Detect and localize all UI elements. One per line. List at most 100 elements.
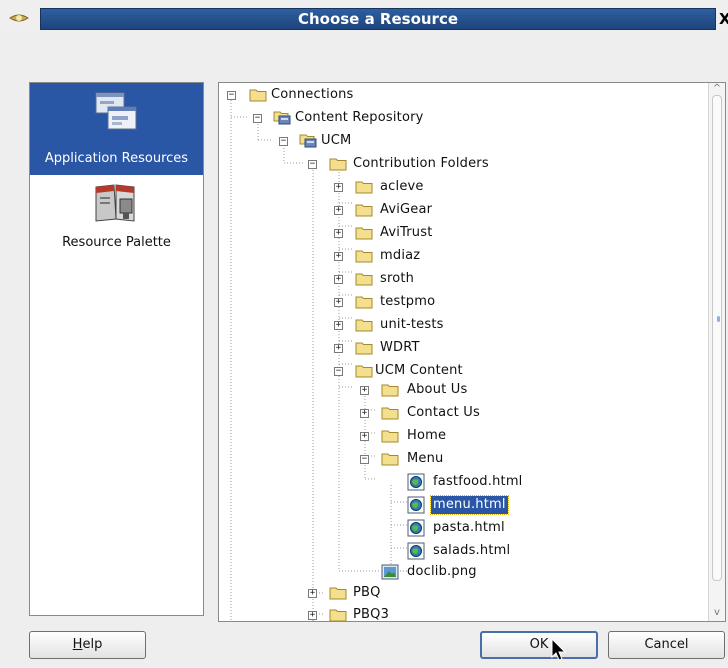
tree-node-folder[interactable]: + sroth <box>219 269 519 289</box>
folder-icon <box>329 609 347 621</box>
app-icon[interactable] <box>8 10 30 26</box>
mouse-cursor-icon <box>551 638 567 661</box>
category-resource-palette[interactable]: Resource Palette <box>30 175 203 255</box>
tree-node-file[interactable]: pasta.html <box>219 518 519 538</box>
vertical-scrollbar[interactable]: ^ v <box>708 83 725 621</box>
category-panel: Application Resources Resource Palette <box>29 82 204 616</box>
expand-icon[interactable]: + <box>334 183 343 192</box>
folder-icon <box>355 319 373 332</box>
tree-node-folder[interactable]: + AviTrust <box>219 223 519 243</box>
expand-icon[interactable]: + <box>334 229 343 238</box>
web-page-icon <box>407 519 425 537</box>
help-button[interactable]: Help <box>29 631 146 659</box>
resource-tree[interactable]: − Connections − Content Repository − UCM… <box>218 82 726 622</box>
tree-node-label: menu.html <box>430 495 509 515</box>
tree-node-label: Connections <box>271 87 354 102</box>
tree-node-label: AviTrust <box>380 225 433 240</box>
scroll-up-icon[interactable]: ^ <box>712 83 722 95</box>
scroll-down-icon[interactable]: v <box>712 607 722 619</box>
collapse-icon[interactable]: − <box>227 91 236 100</box>
folder-icon <box>381 430 399 443</box>
repository-icon <box>273 111 291 125</box>
folder-icon <box>355 365 373 378</box>
tree-node-folder[interactable]: + mdiaz <box>219 246 519 266</box>
category-label: Application Resources <box>44 151 189 166</box>
collapse-icon[interactable]: − <box>279 137 288 146</box>
expand-icon[interactable]: + <box>334 344 343 353</box>
tree-node-file[interactable]: doclib.png <box>219 562 519 582</box>
expand-icon[interactable]: + <box>334 275 343 284</box>
folder-icon <box>381 407 399 420</box>
tree-node-label: About Us <box>407 382 468 397</box>
help-label: elp <box>82 637 103 652</box>
tree-node-label: AviGear <box>380 202 433 217</box>
tree-node-file[interactable]: salads.html <box>219 541 519 561</box>
category-application-resources[interactable]: Application Resources <box>30 83 203 175</box>
tree-node-label: PBQ3 <box>353 607 390 622</box>
tree-node-content-repository[interactable]: − Content Repository <box>219 108 519 128</box>
folder-icon <box>381 453 399 466</box>
expand-icon[interactable]: + <box>334 252 343 261</box>
tree-node-folder[interactable]: + WDRT <box>219 338 519 358</box>
scrollbar-thumb[interactable] <box>712 95 722 581</box>
folder-icon <box>249 89 267 102</box>
ok-button[interactable]: OK <box>480 631 598 659</box>
folder-icon <box>381 384 399 397</box>
tree-node-file[interactable]: fastfood.html <box>219 472 522 492</box>
ok-label: OK <box>529 637 549 652</box>
tree-node-contribution-folders[interactable]: − Contribution Folders <box>219 154 519 174</box>
tree-node-label: acleve <box>380 179 424 194</box>
collapse-icon[interactable]: − <box>253 114 262 123</box>
expand-icon[interactable]: + <box>334 206 343 215</box>
tree-node-folder[interactable]: + AviGear <box>219 200 519 220</box>
collapse-icon[interactable]: − <box>334 367 343 376</box>
resource-palette-icon <box>95 184 135 222</box>
tree-node-label: Contact Us <box>407 405 480 420</box>
title-band: Choose a Resource <box>40 8 716 30</box>
web-page-icon <box>407 496 425 514</box>
cancel-button[interactable]: Cancel <box>608 631 725 659</box>
tree-node-folder[interactable]: + testpmo <box>219 292 519 312</box>
expand-icon[interactable]: + <box>334 298 343 307</box>
tree-node-label: Menu <box>407 451 444 466</box>
folder-icon <box>355 181 373 194</box>
folder-icon <box>355 273 373 286</box>
tree-node-label: Home <box>407 428 447 443</box>
folder-icon <box>355 204 373 217</box>
expand-icon[interactable]: + <box>360 409 369 418</box>
tree-node-folder[interactable]: + PBQ3 <box>219 605 519 622</box>
expand-icon[interactable]: + <box>360 386 369 395</box>
tree-node-label: pasta.html <box>433 520 505 535</box>
folder-icon <box>329 587 347 600</box>
image-file-icon <box>381 564 399 580</box>
tree-node-folder[interactable]: + PBQ <box>219 583 519 603</box>
tree-node-label: mdiaz <box>380 248 421 263</box>
close-icon[interactable]: X <box>719 9 728 29</box>
folder-icon <box>355 250 373 263</box>
tree-node-folder[interactable]: + acleve <box>219 177 519 197</box>
expand-icon[interactable]: + <box>360 432 369 441</box>
collapse-icon[interactable]: − <box>308 160 317 169</box>
tree-node-label: unit-tests <box>380 317 444 332</box>
expand-icon[interactable]: + <box>308 611 317 620</box>
tree-node-ucm[interactable]: − UCM <box>219 131 519 151</box>
title-bar: Choose a Resource X <box>0 0 728 30</box>
tree-node-ucm-content[interactable]: − UCM Content <box>219 361 519 381</box>
tree-node-menu[interactable]: − Menu <box>219 449 519 469</box>
tree-node-file-selected[interactable]: menu.html <box>219 495 519 515</box>
tree-node-label: Contribution Folders <box>353 156 489 171</box>
folder-icon <box>355 342 373 355</box>
category-label: Resource Palette <box>62 235 171 250</box>
tree-node-folder[interactable]: + Home <box>219 426 519 446</box>
folder-icon <box>355 296 373 309</box>
tree-node-label: Content Repository <box>295 110 424 125</box>
tree-node-label: testpmo <box>380 294 436 309</box>
expand-icon[interactable]: + <box>334 321 343 330</box>
tree-node-connections[interactable]: − Connections <box>219 85 519 105</box>
tree-node-label: salads.html <box>433 543 511 558</box>
tree-node-folder[interactable]: + Contact Us <box>219 403 519 423</box>
expand-icon[interactable]: + <box>308 589 317 598</box>
collapse-icon[interactable]: − <box>360 455 369 464</box>
tree-node-folder[interactable]: + About Us <box>219 380 519 400</box>
tree-node-folder[interactable]: + unit-tests <box>219 315 519 335</box>
